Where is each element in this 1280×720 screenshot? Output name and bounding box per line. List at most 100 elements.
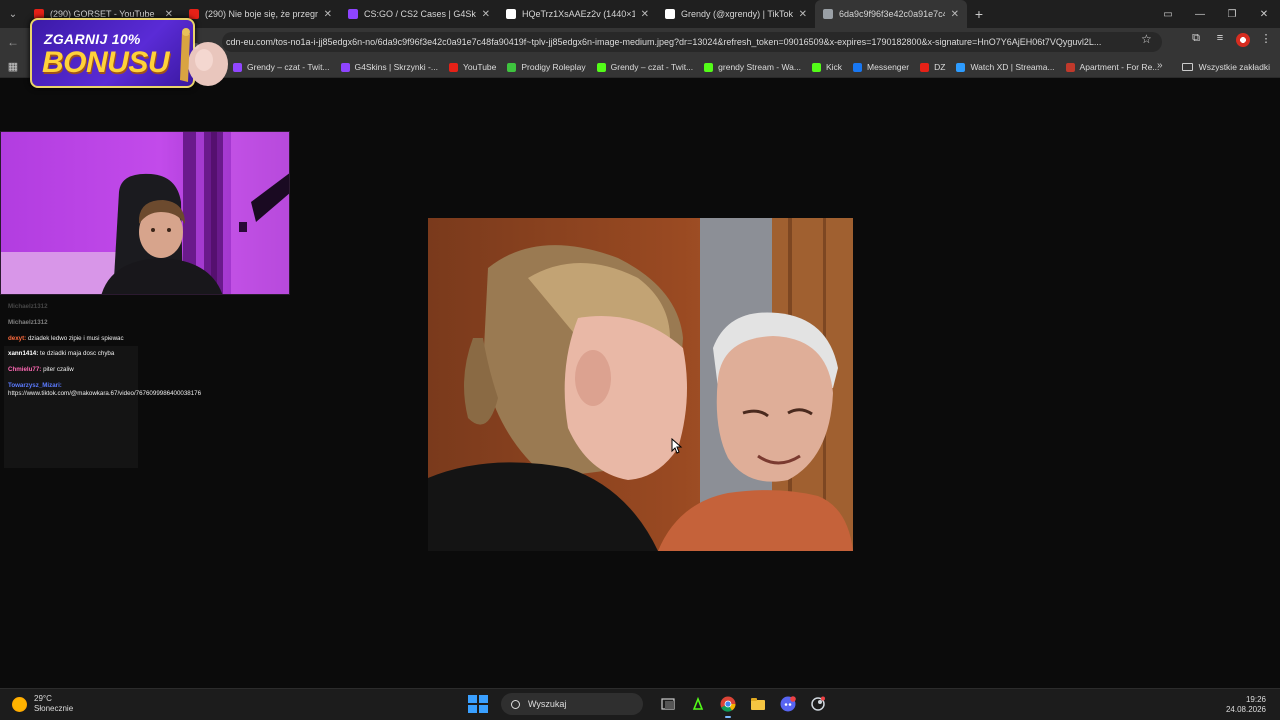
tab-favicon-icon: [506, 9, 516, 19]
weather-condition: Słonecznie: [34, 704, 74, 713]
promo-line2: BONUSU: [42, 46, 170, 79]
task-view-icon[interactable]: [657, 693, 679, 715]
browser-tab[interactable]: CS:GO / CS2 Cases | G4Skins Ca ✕: [340, 0, 498, 28]
maximize-button[interactable]: ❐: [1216, 9, 1248, 20]
extensions-icon[interactable]: ⧉: [1188, 32, 1204, 48]
bookmark-label: Messenger: [867, 62, 910, 72]
tab-search-button[interactable]: ⌄: [0, 0, 26, 28]
all-bookmarks-label: Wszystkie zakładki: [1198, 62, 1270, 72]
windows-taskbar: 29°C Słonecznie Wyszukaj 19:26 24.08.202…: [0, 688, 1280, 720]
bookmark-item[interactable]: YouTube: [448, 62, 497, 72]
bookmark-label: G4Skins | Skrzynki -...: [354, 62, 438, 72]
photo-two-people: [428, 218, 853, 551]
address-bar[interactable]: cdn-eu.com/tos-no1a-i-jj85edgx6n-no/6da9…: [222, 32, 1162, 52]
bookmark-item[interactable]: grendy Stream - Wa...: [704, 62, 801, 72]
toolbar-actions: ⧉ ≡ ⋮: [1188, 32, 1274, 48]
bookmark-label: Kick: [825, 62, 843, 72]
chat-username: dexyt:: [8, 334, 27, 342]
bookmark-favicon-icon: [956, 62, 966, 72]
tab-close-icon[interactable]: ✕: [951, 9, 959, 20]
chat-message: Chmielu77: piter czaliw: [8, 366, 140, 374]
discord-icon[interactable]: [777, 693, 799, 715]
nvidia-app-icon[interactable]: [687, 693, 709, 715]
bookmark-label: YouTube: [462, 62, 497, 72]
start-button[interactable]: [467, 694, 488, 714]
bookmark-favicon-icon: [704, 62, 714, 72]
more-bookmarks-icon[interactable]: »: [1157, 60, 1163, 71]
mouse-cursor-icon: [671, 438, 683, 454]
bookmark-favicon-icon: [920, 62, 930, 72]
bookmark-label: Watch XD | Streama...: [970, 62, 1055, 72]
address-text: cdn-eu.com/tos-no1a-i-jj85edgx6n-no/6da9…: [226, 37, 1102, 47]
streamer-webcam: [0, 131, 290, 295]
chat-message: xann1414: te dziadki maja dosc chyba: [8, 350, 140, 358]
cast-icon[interactable]: ▭: [1152, 9, 1184, 20]
bookmark-item[interactable]: Kick: [811, 62, 843, 72]
bookmark-item[interactable]: Grendy – czat - Twit...: [596, 62, 693, 72]
chat-username: Michaelz1312: [8, 318, 48, 326]
displayed-image[interactable]: [428, 218, 853, 551]
chrome-icon[interactable]: [717, 693, 739, 718]
stream-chat: Michaelz1312 Michaelz1312 dexyt: dziadek…: [8, 303, 201, 473]
clock-time: 19:26: [1245, 695, 1266, 704]
bookmark-favicon-icon: [448, 62, 458, 72]
tab-title: CS:GO / CS2 Cases | G4Skins Ca: [364, 9, 476, 19]
chat-text: te dziadki maja dosc chyba: [40, 350, 115, 358]
tab-title: Grendy (@xgrendy) | TikTok: [681, 9, 793, 19]
bookmark-favicon-icon: [340, 62, 350, 72]
new-tab-button[interactable]: +: [967, 6, 991, 22]
menu-icon[interactable]: ⋮: [1258, 32, 1274, 48]
clock-date: 24.08.2026: [1225, 705, 1266, 714]
bookmark-star-icon[interactable]: ☆: [1141, 32, 1152, 46]
bookmark-label: Prodigy Roleplay: [521, 62, 586, 72]
bookmark-item[interactable]: Grendy – czat - Twit...: [233, 62, 330, 72]
bookmark-label: DZ: [934, 62, 946, 72]
folder-icon: [1181, 63, 1193, 71]
sun-icon: [12, 696, 27, 712]
browser-tab[interactable]: Grendy (@xgrendy) | TikTok ✕: [657, 0, 815, 28]
bookmark-label: grendy Stream - Wa...: [718, 62, 801, 72]
tab-close-icon[interactable]: ✕: [641, 9, 649, 20]
chat-username: Towarzysz_Mizari:: [8, 381, 62, 389]
bookmark-item[interactable]: DZ: [920, 62, 945, 72]
bookmark-favicon-icon: [596, 62, 606, 72]
weather-widget[interactable]: 29°C Słonecznie: [12, 694, 73, 714]
apps-grid-icon[interactable]: ▦: [0, 60, 26, 73]
all-bookmarks-button[interactable]: Wszystkie zakładki: [1181, 56, 1270, 78]
chat-message: Towarzysz_Mizari: https://www.tiktok.com…: [8, 381, 201, 398]
promo-mascot-icon: [180, 28, 228, 86]
chat-message: Michaelz1312: [8, 319, 140, 327]
media-controls-icon[interactable]: ≡: [1212, 32, 1228, 48]
bookmark-favicon-icon: [853, 62, 863, 72]
file-explorer-icon[interactable]: [747, 693, 769, 715]
search-placeholder: Wyszukaj: [528, 699, 567, 709]
bookmark-favicon-icon: [811, 62, 821, 72]
tab-title: 6da9c9f96f3e42c0a91e7c48fa0: [839, 9, 945, 19]
bookmark-item[interactable]: Prodigy Roleplay: [507, 62, 586, 72]
bookmark-favicon-icon: [507, 62, 517, 72]
taskbar-search[interactable]: Wyszukaj: [501, 693, 643, 715]
browser-tab[interactable]: 6da9c9f96f3e42c0a91e7c48fa0 ✕: [815, 0, 967, 28]
tab-close-icon[interactable]: ✕: [482, 9, 490, 20]
profile-avatar[interactable]: [1236, 33, 1250, 47]
bookmark-favicon-icon: [1065, 62, 1075, 72]
tab-favicon-icon: [665, 9, 675, 19]
chat-username: xann1414:: [8, 350, 39, 358]
tab-close-icon[interactable]: ✕: [799, 9, 807, 20]
bookmark-item[interactable]: G4Skins | Skrzynki -...: [340, 62, 438, 72]
promo-line1: ZGARNIJ 10%: [44, 31, 141, 47]
bookmark-item[interactable]: Apartment - For Re...: [1065, 62, 1159, 72]
bookmark-item[interactable]: Watch XD | Streama...: [956, 62, 1055, 72]
bookmark-label: Grendy – czat - Twit...: [247, 62, 330, 72]
bookmark-item[interactable]: Messenger: [853, 62, 909, 72]
chat-username: Chmielu77:: [8, 366, 42, 374]
chat-username: Michaelz1312: [8, 303, 48, 310]
back-button[interactable]: ←: [0, 35, 26, 49]
chat-message: dexyt: dziadek ledwo zipie i musi spiewa…: [8, 335, 140, 343]
system-clock[interactable]: 19:26 24.08.2026: [1226, 695, 1266, 715]
minimize-button[interactable]: —: [1184, 9, 1216, 20]
steam-icon[interactable]: [807, 693, 829, 715]
close-window-button[interactable]: ✕: [1248, 9, 1280, 20]
browser-tab[interactable]: HQeTrz1XsAAEz2v (1440×1800) ✕: [498, 0, 657, 28]
tab-close-icon[interactable]: ✕: [324, 9, 332, 20]
